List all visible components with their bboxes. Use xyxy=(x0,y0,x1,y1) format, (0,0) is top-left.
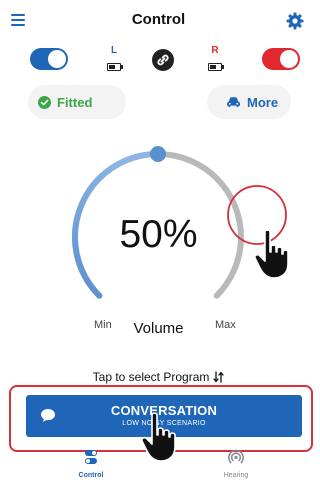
program-hint-text: Tap to select Program xyxy=(92,370,210,384)
pointer-hand-icon xyxy=(141,412,176,462)
tab-hearing-label: Hearing xyxy=(223,472,249,479)
swap-icon xyxy=(213,371,225,383)
volume-knob[interactable] xyxy=(150,146,166,162)
tab-control[interactable]: Control xyxy=(51,449,131,479)
volume-label: Volume xyxy=(133,320,184,337)
control-icon xyxy=(85,450,97,464)
tab-hearing[interactable]: Hearing xyxy=(196,449,276,479)
tab-control-label: Control xyxy=(78,472,104,479)
pointer-hand-icon xyxy=(254,229,289,279)
hearing-icon xyxy=(228,449,244,464)
program-hint: Tap to select Program xyxy=(0,370,317,384)
